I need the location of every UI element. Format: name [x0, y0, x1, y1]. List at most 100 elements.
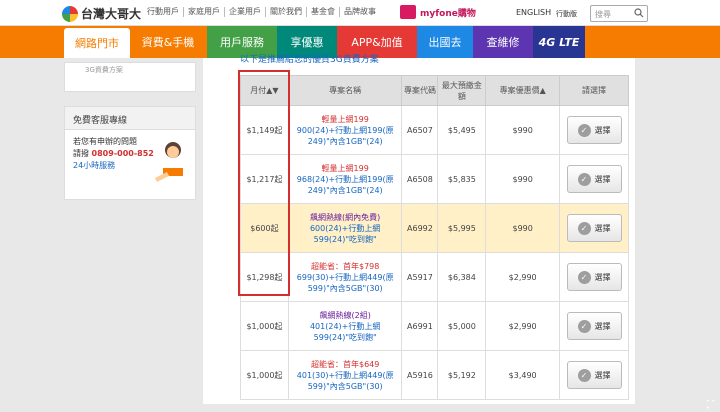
check-icon: ✓ — [577, 368, 591, 382]
plan-tag[interactable]: 超能省：首年$798 — [289, 261, 402, 272]
select-label: 選擇 — [594, 174, 611, 184]
code-cell: A6991 — [401, 301, 439, 351]
service-hotline-box: 若您有申辦的問題 請撥 0809-000-852 24小時服務 — [64, 130, 196, 200]
check-icon: ✓ — [577, 319, 591, 333]
select-button[interactable]: ✓ 選擇 — [566, 263, 622, 291]
monthly-cell: $1,000起 — [240, 350, 289, 400]
myfone-link[interactable]: myfone購物 — [400, 5, 476, 19]
plan-tag[interactable]: 輕量上網199 — [289, 163, 402, 174]
price-cell: $990 — [485, 203, 561, 253]
select-label: 選擇 — [594, 321, 611, 331]
check-icon: ✓ — [577, 123, 591, 137]
plan-desc[interactable]: 968(24)+行動上網199(原249)"內含1GB"(24) — [289, 174, 402, 196]
plan-name-cell: 輕量上網199 900(24)+行動上網199(原249)"內含1GB"(24) — [287, 105, 403, 155]
search-input[interactable]: 搜尋 — [590, 5, 648, 22]
select-button[interactable]: ✓ 選擇 — [566, 214, 622, 242]
shopping-bag-icon — [400, 5, 416, 19]
select-label: 選擇 — [594, 272, 611, 282]
top-link-about[interactable]: 關於我們 — [266, 7, 307, 17]
sidebar: 3G資費方案 免費客服專線 若您有申辦的問題 請撥 0809-000-852 2… — [64, 58, 196, 200]
top-link-enterprise[interactable]: 企業用戶 — [225, 7, 266, 17]
top-link-brand-story[interactable]: 品牌故事 — [340, 7, 380, 17]
code-cell: A5917 — [401, 252, 439, 302]
plans-table: 月付▲▼ 專案名稱 專案代碼 最大預繳金額 專案優惠價▲ 請選擇 $1,149起… — [240, 75, 629, 400]
hotline-prefix: 請撥 — [73, 149, 89, 158]
price-cell: $2,990 — [485, 252, 561, 302]
table-row: $1,000起 飆網熱線(2組) 401(24)+行動上網599(24)"吃到飽"… — [240, 301, 629, 351]
nav-online-store[interactable]: 網路門市 — [64, 28, 130, 58]
table-header-row: 月付▲▼ 專案名稱 專案代碼 最大預繳金額 專案優惠價▲ 請選擇 — [240, 75, 629, 106]
plan-tag[interactable]: 輕量上網199 — [289, 114, 402, 125]
plan-desc[interactable]: 600(24)+行動上網599(24)"吃到飽" — [289, 223, 402, 245]
sidebar-3g-plans[interactable]: 3G資費方案 — [64, 62, 196, 92]
deposit-cell: $5,835 — [437, 154, 487, 204]
plan-name-cell: 輕量上網199 968(24)+行動上網199(原249)"內含1GB"(24) — [287, 154, 403, 204]
plan-name-cell: 飆網熱線(網內免費) 600(24)+行動上網599(24)"吃到飽" — [287, 203, 403, 253]
select-cell: ✓ 選擇 — [559, 350, 629, 400]
monthly-cell: $1,000起 — [240, 301, 289, 351]
price-cell: $990 — [485, 105, 561, 155]
hotline-phone[interactable]: 0809-000-852 — [92, 149, 154, 158]
plan-name-cell: 飆網熱線(2組) 401(24)+行動上網599(24)"吃到飽" — [287, 301, 403, 351]
plan-desc[interactable]: 699(30)+行動上網449(原599)"內含5GB"(30) — [289, 272, 402, 294]
nav-repair[interactable]: 查維修 — [473, 26, 533, 58]
deposit-cell: $5,192 — [437, 350, 487, 400]
header-max-deposit: 最大預繳金額 — [437, 75, 487, 106]
check-icon: ✓ — [577, 270, 591, 284]
header-plan-code: 專案代碼 — [401, 75, 439, 106]
table-row: $600起 飆網熱線(網內免費) 600(24)+行動上網599(24)"吃到飽"… — [240, 203, 629, 253]
plan-desc[interactable]: 900(24)+行動上網199(原249)"內含1GB"(24) — [289, 125, 402, 147]
select-button[interactable]: ✓ 選擇 — [566, 165, 622, 193]
plan-name-cell: 超能省：首年$649 401(30)+行動上網449(原599)"內含5GB"(3… — [287, 350, 403, 400]
service-hotline-title: 免費客服專線 — [64, 106, 196, 130]
service-agent-image — [155, 142, 185, 194]
plan-name-cell: 超能省：首年$798 699(30)+行動上網449(原599)"內含5GB"(3… — [287, 252, 403, 302]
select-cell: ✓ 選擇 — [559, 203, 629, 253]
check-icon: ✓ — [577, 221, 591, 235]
myfone-label: myfone購物 — [420, 8, 476, 19]
top-link-mobile[interactable]: 行動用戶 — [143, 7, 184, 17]
brand-logo[interactable]: 台灣大哥大 — [62, 5, 141, 22]
plan-tag[interactable]: 飆網熱線(網內免費) — [289, 212, 402, 223]
header-plan-name: 專案名稱 — [287, 75, 403, 106]
table-row: $1,000起 超能省：首年$649 401(30)+行動上網449(原599)"… — [240, 350, 629, 400]
code-cell: A6508 — [401, 154, 439, 204]
monthly-column-highlight — [238, 70, 290, 296]
language-link[interactable]: ENGLISH — [516, 8, 551, 17]
select-cell: ✓ 選擇 — [559, 252, 629, 302]
select-button[interactable]: ✓ 選擇 — [566, 361, 622, 389]
select-button[interactable]: ✓ 選擇 — [566, 116, 622, 144]
header-select: 請選擇 — [559, 75, 629, 106]
code-cell: A6992 — [401, 203, 439, 253]
nav-travel[interactable]: 出國去 — [417, 26, 473, 58]
table-row: $1,149起 輕量上網199 900(24)+行動上網199(原249)"內含1… — [240, 105, 629, 155]
logo-icon — [62, 5, 78, 22]
plan-desc[interactable]: 401(30)+行動上網449(原599)"內含5GB"(30) — [289, 370, 402, 392]
code-cell: A6507 — [401, 105, 439, 155]
top-link-foundation[interactable]: 基金會 — [307, 7, 340, 17]
nav-4g-lte[interactable]: 4G LTE — [533, 26, 585, 58]
price-cell: $2,990 — [485, 301, 561, 351]
top-links: 行動用戶 家庭用戶 企業用戶 關於我們 基金會 品牌故事 — [143, 7, 380, 17]
mobile-version-link[interactable]: 行動版 — [556, 9, 577, 19]
search-icon[interactable] — [634, 8, 644, 18]
check-icon: ✓ — [577, 172, 591, 186]
nav-plans-phones[interactable]: 資費&手機 — [133, 26, 203, 58]
taskbar-dots: • • • — [706, 398, 715, 412]
price-cell: $3,490 — [485, 350, 561, 400]
deposit-cell: $5,495 — [437, 105, 487, 155]
select-label: 選擇 — [594, 370, 611, 380]
header-price[interactable]: 專案優惠價▲ — [485, 75, 561, 106]
select-cell: ✓ 選擇 — [559, 154, 629, 204]
select-button[interactable]: ✓ 選擇 — [566, 312, 622, 340]
plan-desc[interactable]: 401(24)+行動上網599(24)"吃到飽" — [289, 321, 402, 343]
plan-tag[interactable]: 飆網熱線(2組) — [289, 310, 402, 321]
deposit-cell: $5,000 — [437, 301, 487, 351]
top-link-home[interactable]: 家庭用戶 — [184, 7, 225, 17]
select-label: 選擇 — [594, 125, 611, 135]
deposit-cell: $6,384 — [437, 252, 487, 302]
plan-tag[interactable]: 超能省：首年$649 — [289, 359, 402, 370]
recommend-subtitle: 以下是推薦給您的優質3G資費方案 — [240, 55, 379, 65]
price-cell: $990 — [485, 154, 561, 204]
brand-name: 台灣大哥大 — [81, 7, 142, 21]
